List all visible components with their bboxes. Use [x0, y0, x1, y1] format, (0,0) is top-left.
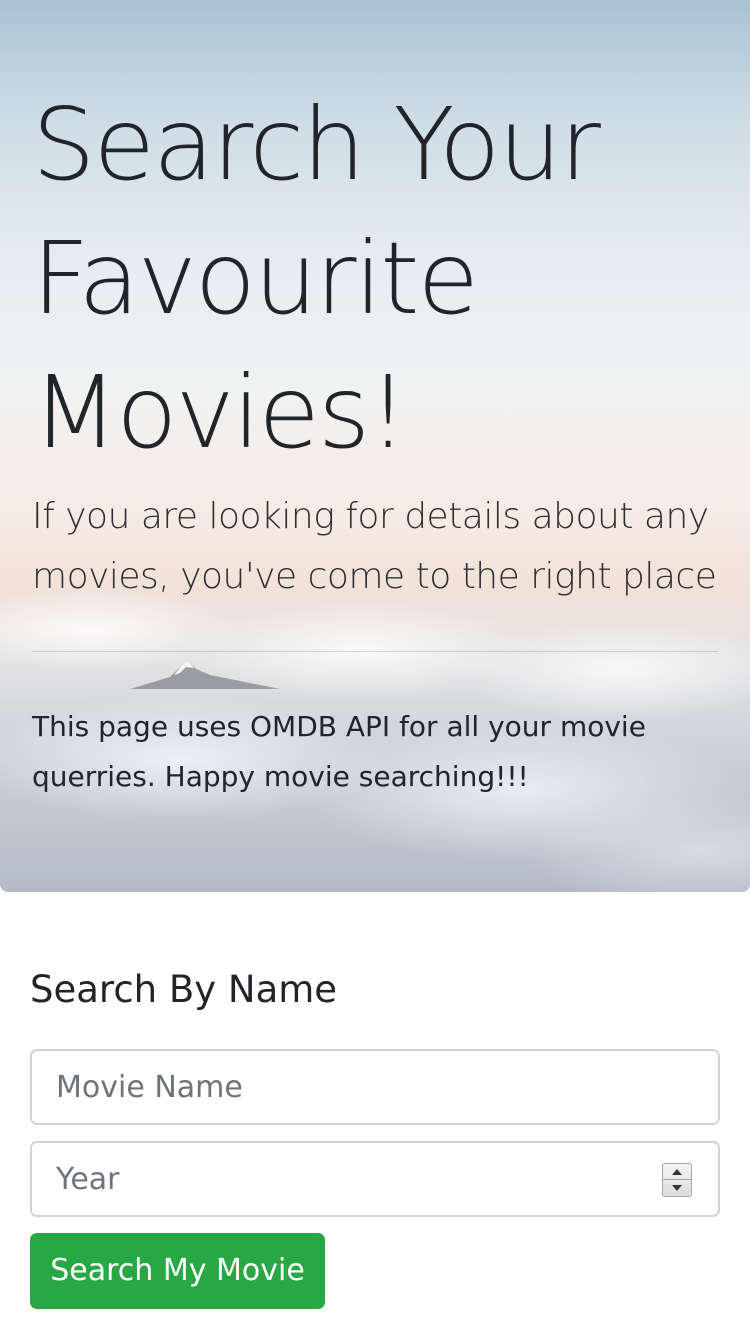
divider — [32, 651, 718, 652]
triangle-up-icon — [672, 1168, 682, 1175]
hero-jumbotron: Search Your Favourite Movies! If you are… — [0, 0, 750, 892]
year-input[interactable] — [30, 1141, 720, 1217]
stepper-up-button[interactable] — [663, 1164, 691, 1180]
search-movie-button[interactable]: Search My Movie — [30, 1233, 325, 1309]
api-note-text: This page uses OMDB API for all your mov… — [32, 710, 646, 793]
page-title: Search Your Favourite Movies! — [32, 86, 601, 471]
triangle-down-icon — [672, 1185, 682, 1191]
stepper-down-button[interactable] — [663, 1180, 691, 1196]
movie-name-input[interactable] — [30, 1049, 720, 1125]
mountain-peak-image — [130, 661, 280, 689]
year-stepper[interactable] — [662, 1163, 692, 1197]
search-by-name-heading: Search By Name — [30, 968, 338, 1011]
hero-lead-text: If you are looking for details about any… — [32, 496, 717, 597]
